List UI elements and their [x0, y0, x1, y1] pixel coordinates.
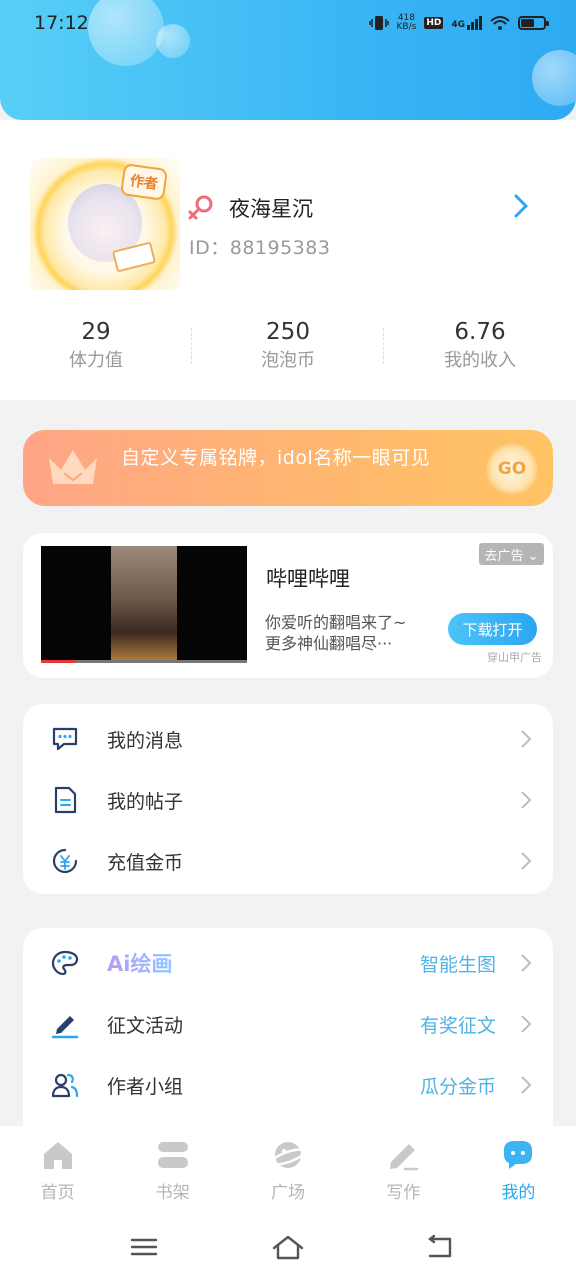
stat-value: 29: [81, 319, 111, 345]
menu-label: 作者小组: [107, 1075, 184, 1098]
tab-bookshelf[interactable]: 书架: [115, 1126, 230, 1220]
tab-label: 广场: [271, 1183, 305, 1203]
ad-description: 你爱听的翻唱来了~ 更多神仙翻唱尽···: [265, 612, 435, 654]
home-nav-icon[interactable]: [270, 1232, 306, 1262]
chevron-right-icon: [521, 791, 532, 809]
ad-video[interactable]: [41, 546, 247, 663]
download-open-button[interactable]: 下载打开: [448, 613, 537, 645]
menu-label: 征文活动: [107, 1014, 184, 1037]
tab-write[interactable]: 写作: [346, 1126, 461, 1220]
ad-video-frame: [111, 546, 177, 661]
home-icon: [43, 1142, 72, 1169]
wifi-icon: [490, 16, 510, 30]
vibrate-icon: [368, 16, 389, 30]
chevron-right-icon: [521, 954, 532, 972]
battery-icon: [518, 16, 549, 30]
ad-title: 哔哩哔哩: [266, 567, 350, 591]
menu-item-essay-contest[interactable]: 征文活动 有奖征文: [23, 996, 553, 1052]
menu-right-text: 瓜分金币: [419, 1075, 496, 1098]
tab-square[interactable]: 广场: [230, 1126, 345, 1220]
message-icon: [52, 727, 78, 751]
menu-item-recharge[interactable]: 充值金币: [23, 833, 553, 889]
menu-label: 我的帖子: [107, 790, 184, 813]
chevron-right-icon: [521, 1076, 532, 1094]
stat-bubble-coins[interactable]: 250 泡泡币: [192, 316, 384, 376]
signal-label: 4G: [451, 20, 465, 30]
banner-text: 自定义专属铭牌，idol名称一眼可见: [121, 447, 431, 469]
ad-desc-line2: 更多神仙翻唱尽···: [265, 634, 393, 653]
author-badge: 作者: [119, 163, 169, 201]
stat-label: 我的收入: [444, 350, 516, 371]
mine-icon: [504, 1141, 533, 1169]
menu-nav-icon[interactable]: [126, 1232, 162, 1262]
back-nav-icon[interactable]: [422, 1232, 458, 1262]
hd-icon: HD: [424, 17, 444, 29]
stats-row: 29 体力值 250 泡泡币 6.76 我的收入: [0, 316, 576, 376]
write-icon: [390, 1144, 419, 1171]
ad-video-progress: [41, 660, 247, 663]
group-icon: [51, 1073, 79, 1098]
palette-icon: [51, 950, 79, 976]
nickname: 夜海星沉: [229, 197, 313, 221]
signal-icon: 4G: [451, 16, 482, 30]
coin-icon: [52, 848, 78, 874]
tab-mine[interactable]: 我的: [461, 1126, 576, 1220]
menu-item-ai-painting[interactable]: Ai绘画 智能生图: [23, 935, 553, 991]
stat-value: 250: [266, 319, 310, 345]
crown-icon: [49, 450, 97, 484]
planet-icon: [270, 1142, 306, 1168]
ad-card[interactable]: 哔哩哔哩 你爱听的翻唱来了~ 更多神仙翻唱尽··· 去广告 ⌄ 下载打开 穿山甲…: [23, 533, 553, 678]
network-speed-unit: KB/s: [396, 22, 417, 32]
post-icon: [54, 786, 77, 814]
pen-icon: [51, 1016, 79, 1039]
stat-stamina[interactable]: 29 体力值: [0, 316, 192, 376]
stat-label: 泡泡币: [261, 350, 315, 371]
menu-label: 充值金币: [107, 851, 184, 874]
nameplate-banner[interactable]: 自定义专属铭牌，idol名称一眼可见 GO: [23, 430, 553, 506]
menu-card-account: 我的消息 我的帖子 充值金币: [23, 704, 553, 894]
menu-item-messages[interactable]: 我的消息: [23, 711, 553, 767]
avatar[interactable]: 作者: [30, 158, 180, 290]
menu-right-text: 有奖征文: [419, 1014, 496, 1037]
ad-source-label: 穿山甲广告: [487, 651, 542, 664]
decor-bubble-right: [532, 50, 576, 106]
system-nav-bar: [0, 1220, 576, 1280]
menu-item-author-group[interactable]: 作者小组 瓜分金币: [23, 1057, 553, 1113]
chevron-right-icon: [521, 852, 532, 870]
profile-card: 作者 夜海星沉 ID：88195383 29 体力值 250 泡泡币 6.76 …: [0, 120, 576, 400]
chevron-right-icon: [521, 730, 532, 748]
female-icon: [188, 195, 213, 220]
status-icons: 418 KB/s HD 4G: [368, 14, 549, 32]
menu-item-posts[interactable]: 我的帖子: [23, 772, 553, 828]
stat-income[interactable]: 6.76 我的收入: [384, 316, 576, 376]
bottom-tab-bar: 首页 书架 广场 写作 我的: [0, 1126, 576, 1220]
go-button[interactable]: GO: [486, 443, 538, 495]
bookshelf-icon: [157, 1142, 188, 1168]
network-speed: 418 KB/s: [397, 14, 417, 32]
ai-painting-label: Ai绘画: [107, 948, 172, 978]
menu-label: 我的消息: [107, 729, 184, 752]
go-label: GO: [497, 459, 527, 479]
menu-right-text: 智能生图: [419, 953, 496, 976]
user-id: ID：88195383: [189, 237, 331, 259]
tab-label: 我的: [501, 1183, 536, 1203]
ad-desc-line1: 你爱听的翻唱来了~: [265, 613, 407, 632]
remove-ad-button[interactable]: 去广告 ⌄: [479, 543, 544, 565]
tab-label: 写作: [386, 1183, 421, 1203]
menu-card-creator: Ai绘画 智能生图 征文活动 有奖征文 作者小组 瓜分金币: [23, 928, 553, 1148]
tab-label: 首页: [40, 1183, 75, 1203]
tab-home[interactable]: 首页: [0, 1126, 115, 1220]
status-time: 17:12: [34, 12, 89, 34]
profile-chevron-right-icon[interactable]: [508, 192, 532, 220]
chevron-right-icon: [521, 1015, 532, 1033]
stat-label: 体力值: [69, 350, 123, 371]
status-bar: 17:12 418 KB/s HD 4G: [0, 0, 576, 46]
tab-label: 书架: [155, 1183, 190, 1203]
stat-value: 6.76: [454, 319, 506, 345]
